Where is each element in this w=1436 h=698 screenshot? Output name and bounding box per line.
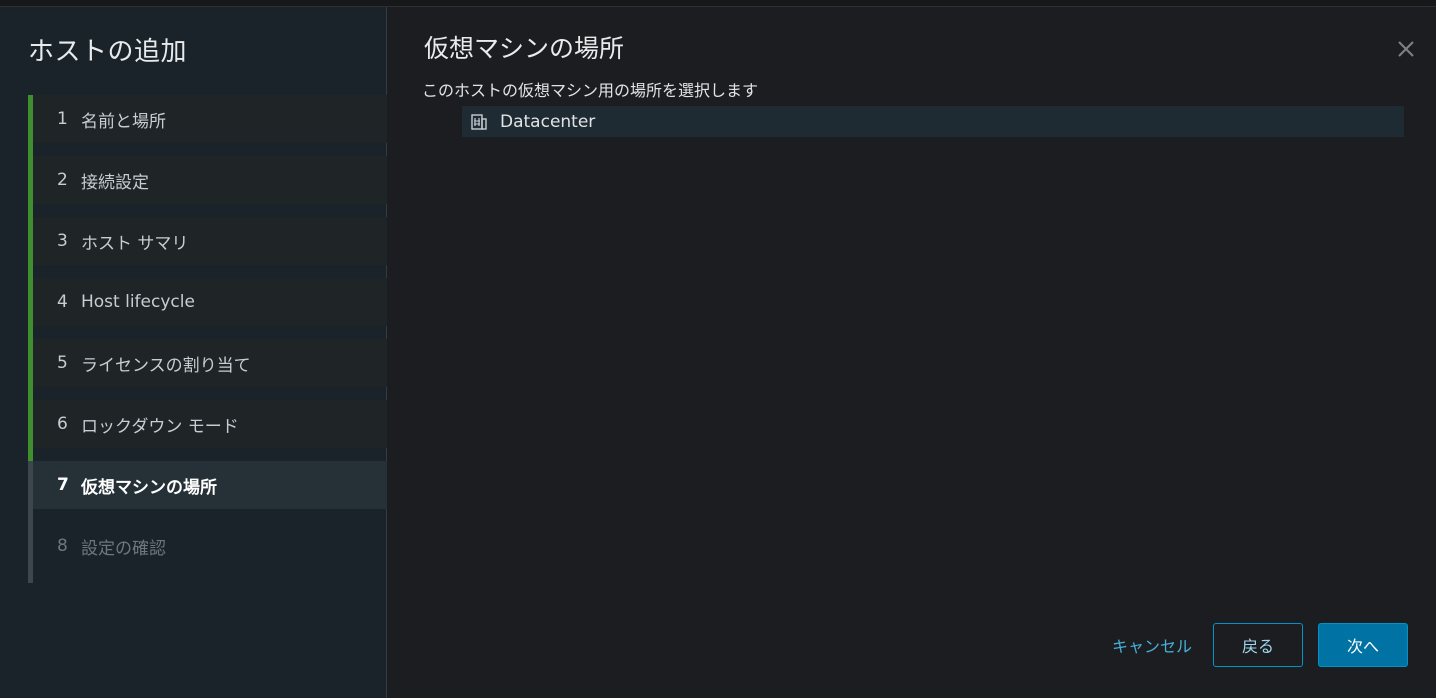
add-host-wizard-dialog: ホストの追加 1 名前と場所 2 接続設定 3 ホスト サマリ 4 Host l…: [0, 6, 1436, 698]
step-host-summary[interactable]: 3 ホスト サマリ: [28, 217, 387, 278]
wizard-sidebar: ホストの追加 1 名前と場所 2 接続設定 3 ホスト サマリ 4 Host l…: [0, 7, 387, 698]
step-progress-bar: [28, 156, 33, 217]
step-label: ロックダウン モード: [81, 416, 239, 437]
tree-item-label: Datacenter: [500, 111, 596, 132]
step-label: 接続設定: [81, 172, 149, 193]
step-progress-bar: [28, 278, 33, 339]
step-progress-bar: [28, 339, 33, 400]
datacenter-icon: [471, 113, 487, 130]
step-name-and-location[interactable]: 1 名前と場所: [28, 95, 387, 156]
step-progress-bar: [28, 400, 33, 461]
back-button[interactable]: 戻る: [1213, 623, 1303, 667]
step-progress-bar: [28, 522, 33, 583]
step-progress-bar: [28, 461, 33, 522]
wizard-title: ホストの追加: [28, 37, 188, 67]
step-progress-bar: [28, 95, 33, 156]
step-label: ライセンスの割り当て: [81, 355, 251, 376]
step-label: ホスト サマリ: [81, 233, 189, 254]
next-button[interactable]: 次へ: [1318, 623, 1408, 667]
step-label: 名前と場所: [81, 111, 166, 132]
step-lockdown-mode[interactable]: 6 ロックダウン モード: [28, 400, 387, 461]
cancel-button[interactable]: キャンセル: [1100, 623, 1204, 667]
step-vm-location[interactable]: 7 仮想マシンの場所: [28, 461, 387, 522]
step-review-settings: 8 設定の確認: [28, 522, 387, 583]
step-connection-settings[interactable]: 2 接続設定: [28, 156, 387, 217]
page-subtitle: このホストの仮想マシン用の場所を選択します: [422, 81, 759, 100]
step-host-lifecycle[interactable]: 4 Host lifecycle: [28, 278, 387, 339]
step-label: 仮想マシンの場所: [81, 477, 217, 498]
step-label: Host lifecycle: [81, 292, 195, 312]
step-progress-bar: [28, 217, 33, 278]
step-label: 設定の確認: [81, 538, 166, 559]
close-icon[interactable]: [1394, 37, 1418, 61]
step-license-assignment[interactable]: 5 ライセンスの割り当て: [28, 339, 387, 400]
tree-item-datacenter[interactable]: Datacenter: [462, 106, 1404, 137]
page-title: 仮想マシンの場所: [424, 34, 625, 63]
